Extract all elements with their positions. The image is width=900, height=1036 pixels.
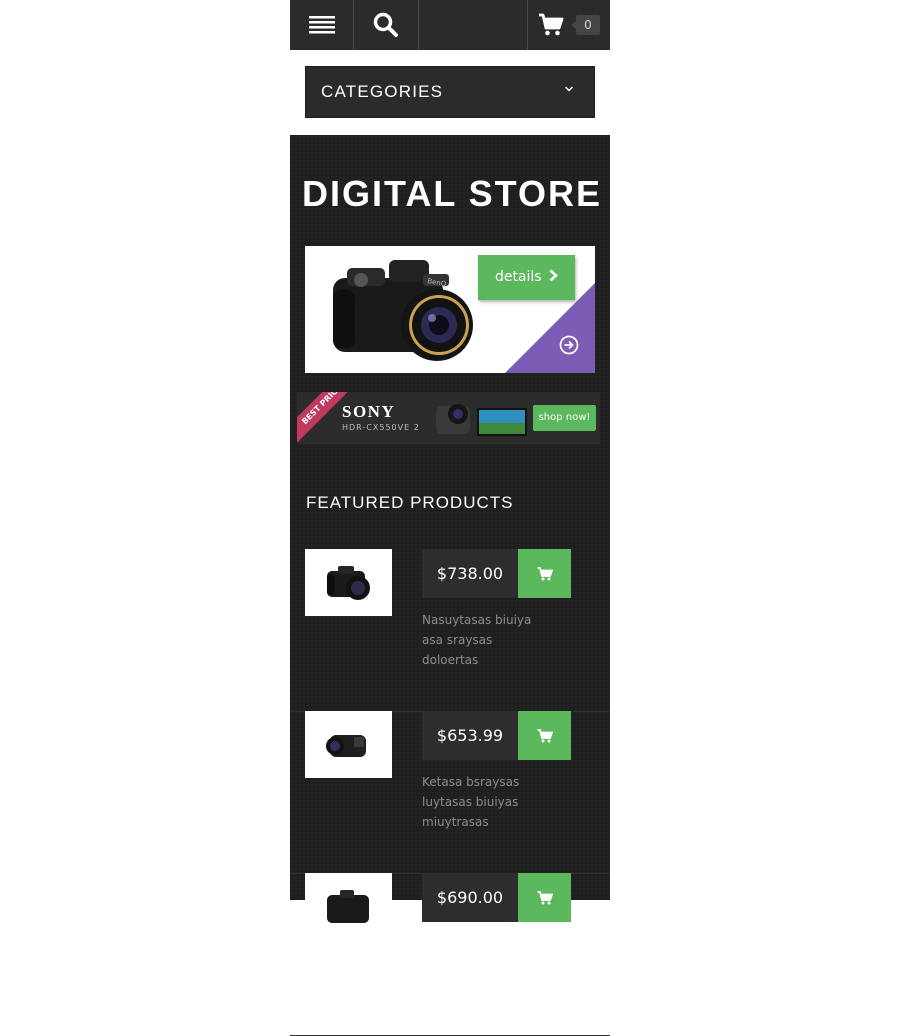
product-item: $653.99 Ketasa bsraysas luytasas biuiyas…	[290, 711, 610, 874]
store-logo-title[interactable]: DIGITAL STORE	[302, 173, 602, 215]
product-description: Ketasa bsraysas luytasas biuiyas miuytra…	[422, 775, 520, 829]
cart-icon	[539, 13, 564, 36]
sony-model: HDR-CX550VE 2	[342, 423, 420, 432]
product-thumbnail[interactable]	[305, 711, 392, 778]
product-price: $690.00	[422, 873, 518, 922]
product-price: $653.99	[422, 711, 518, 760]
search-icon	[373, 12, 398, 37]
cart-icon	[537, 890, 553, 904]
cart-button[interactable]: 0	[528, 0, 610, 50]
shop-now-button[interactable]: shop now!	[533, 405, 596, 431]
product-thumbnail[interactable]	[305, 873, 392, 940]
menu-button[interactable]	[290, 0, 354, 50]
details-button[interactable]: details	[478, 255, 575, 300]
camera-image: BenQ	[333, 260, 473, 361]
details-button-label: details	[494, 269, 542, 285]
top-bar: 0	[290, 0, 610, 50]
arrow-circle-right-icon[interactable]	[559, 335, 579, 355]
product-item: $738.00 Nasuytasas biuiya asa sraysas do…	[290, 549, 610, 712]
cart-icon	[537, 566, 553, 580]
page: 0 CATEGORIES DIGITAL STORE BenQ details …	[290, 0, 610, 1036]
camcorder-image	[325, 734, 366, 757]
camera-image	[326, 889, 369, 923]
cart-icon	[537, 728, 553, 742]
product-description: Nasuytasas biuiya asa sraysas doloertas	[422, 613, 532, 667]
promo-banner-camera[interactable]: BenQ details	[305, 246, 595, 373]
add-to-cart-button[interactable]	[518, 549, 571, 598]
product-price: $738.00	[422, 549, 518, 598]
search-button[interactable]	[354, 0, 419, 50]
main-content: DIGITAL STORE BenQ details BEST PRICE SO…	[290, 135, 610, 1036]
featured-products-heading: FEATURED PRODUCTS	[306, 493, 514, 512]
sony-brand: SONY	[342, 402, 396, 421]
cart-count-badge: 0	[571, 15, 600, 35]
camcorder-image	[436, 404, 527, 436]
camera-image	[326, 565, 370, 600]
product-item: $690.00	[290, 873, 610, 1036]
chevron-right-icon	[549, 269, 558, 282]
top-bar-spacer	[419, 0, 528, 50]
product-thumbnail[interactable]	[305, 549, 392, 616]
menu-icon	[308, 16, 335, 34]
add-to-cart-button[interactable]	[518, 873, 571, 922]
promo-banner-sony[interactable]: BEST PRICE SONY HDR-CX550VE 2 shop now!	[297, 392, 600, 444]
categories-dropdown[interactable]: CATEGORIES	[305, 66, 595, 118]
chevron-down-icon	[565, 86, 573, 92]
categories-label: CATEGORIES	[321, 82, 444, 101]
add-to-cart-button[interactable]	[518, 711, 571, 760]
